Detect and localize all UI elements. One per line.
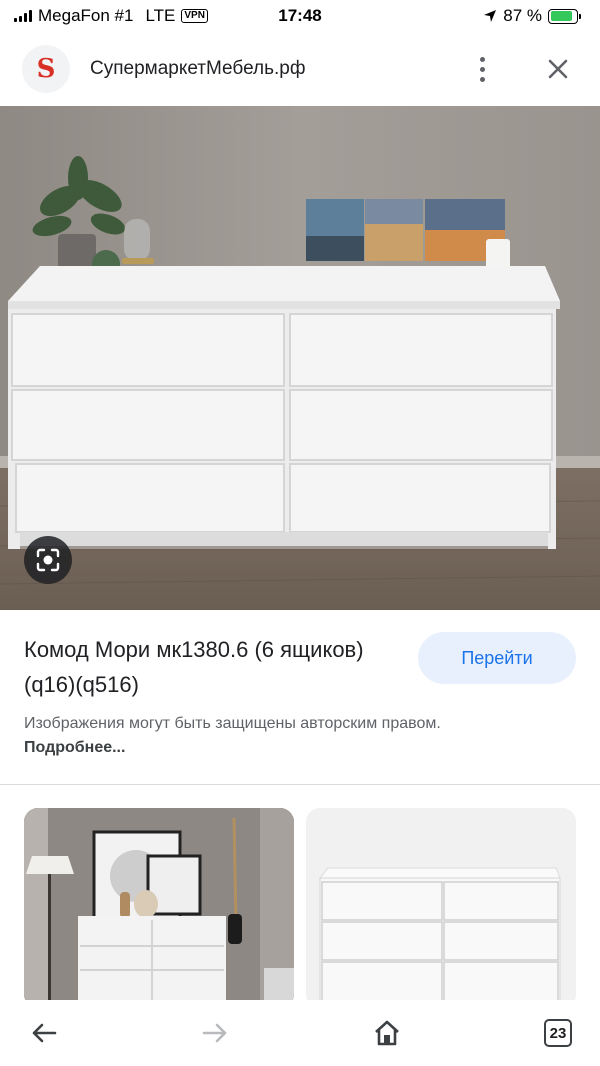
signal-icon — [14, 10, 32, 22]
arrow-forward-icon[interactable] — [195, 1013, 235, 1053]
battery-icon — [548, 8, 581, 24]
location-arrow-icon — [484, 10, 497, 22]
lens-icon — [36, 548, 60, 572]
arrow-back-icon[interactable] — [24, 1013, 64, 1053]
lens-search-button[interactable] — [24, 536, 72, 584]
close-icon[interactable] — [538, 49, 578, 89]
vpn-badge: VPN — [181, 9, 208, 23]
related-image[interactable] — [306, 808, 576, 1008]
copyright-text: Изображения могут быть защищены авторски… — [24, 715, 441, 732]
battery-percent: 87 % — [503, 6, 542, 25]
bottom-toolbar: 23 — [0, 1000, 600, 1066]
status-bar: MegaFon #1 LTE VPN 17:48 87 % — [0, 0, 600, 32]
tabs-button[interactable]: 23 — [538, 1013, 578, 1053]
page-title[interactable]: Комод Мори мк1380.6 (6 ящиков) (q16)(q51… — [24, 632, 384, 702]
more-vert-icon[interactable] — [462, 49, 502, 89]
tabs-count: 23 — [543, 1019, 572, 1047]
dresser-photo — [0, 106, 600, 610]
related-photo-dresser — [306, 808, 576, 1008]
divider — [0, 784, 600, 785]
copyright-notice: Изображения могут быть защищены авторски… — [24, 712, 464, 760]
goto-button[interactable]: Перейти — [418, 632, 576, 684]
learn-more-link[interactable]: Подробнее... — [24, 739, 125, 756]
site-logo[interactable]: S — [22, 45, 70, 93]
site-name[interactable]: СупермаркетМебель.рф — [90, 58, 462, 80]
related-photo-room — [24, 808, 294, 1008]
page-header: S СупермаркетМебель.рф — [0, 36, 600, 102]
main-image[interactable] — [0, 106, 600, 610]
related-image[interactable] — [24, 808, 294, 1008]
network-label: LTE — [145, 6, 176, 25]
carrier-label: MegaFon #1 — [38, 6, 134, 25]
home-icon[interactable] — [367, 1013, 407, 1053]
